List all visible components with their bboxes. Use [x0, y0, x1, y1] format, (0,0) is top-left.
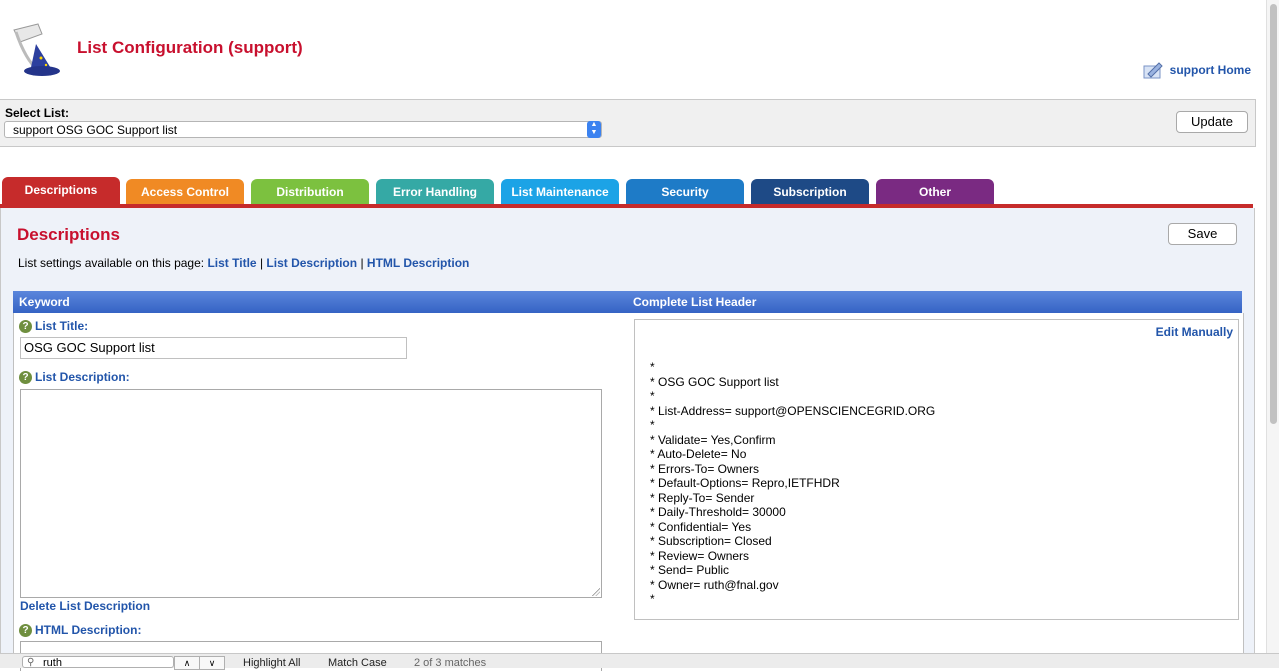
header-line: * Auto-Delete= No	[650, 447, 747, 461]
scrollbar-thumb[interactable]	[1270, 4, 1277, 424]
table-body: ? List Title: OSG GOC Support list ? Lis…	[13, 313, 1244, 671]
header-line: *	[650, 360, 655, 374]
table-header-row: Keyword Complete List Header	[13, 291, 1242, 313]
header-line: *	[650, 389, 655, 403]
header-line: * Validate= Yes,Confirm	[650, 432, 776, 447]
select-list-bar: Select List: support OSG GOC Support lis…	[0, 99, 1256, 147]
header-line: * OSG GOC Support list	[650, 374, 779, 389]
highlight-all-button[interactable]: Highlight All	[243, 657, 300, 669]
search-icon: ⚲	[27, 657, 35, 668]
home-link[interactable]: support Home	[1142, 60, 1251, 80]
help-icon[interactable]: ?	[19, 319, 32, 333]
help-icon[interactable]: ?	[19, 623, 32, 637]
list-title-input[interactable]: OSG GOC Support list	[20, 337, 407, 359]
tab-bar: Descriptions Access Control Distribution…	[0, 177, 1255, 207]
save-button[interactable]: Save	[1168, 223, 1237, 245]
separator: |	[360, 256, 364, 270]
header-line: * List-Address= support@OPENSCIENCEGRID.…	[650, 403, 936, 418]
page-scrollbar[interactable]	[1266, 0, 1279, 653]
tab-security[interactable]: Security	[626, 179, 744, 205]
column-keyword: Keyword	[19, 295, 70, 309]
header-line: * Subscription= Closed	[650, 534, 772, 548]
find-input[interactable]: ⚲ ruth	[22, 656, 174, 669]
tab-access-control[interactable]: Access Control	[126, 179, 244, 205]
help-icon[interactable]: ?	[19, 370, 32, 384]
link-list-title[interactable]: List Title	[207, 256, 256, 270]
header-line: * Review= Owners	[650, 548, 750, 563]
list-select[interactable]: support OSG GOC Support list ▲ ▼	[4, 121, 602, 138]
list-description-label: ? List Description:	[19, 370, 130, 384]
header-line: * Errors-To= Owners	[650, 461, 760, 476]
find-bar: ⚲ ruth ∧ ∨ Highlight All Match Case 2 of…	[0, 653, 1279, 670]
home-pencil-icon	[1143, 62, 1163, 79]
page-header: List Configuration (support) support Hom…	[0, 0, 1279, 98]
settings-prefix: List settings available on this page:	[18, 256, 205, 270]
tab-error-handling[interactable]: Error Handling	[376, 179, 494, 205]
header-line: *	[650, 592, 655, 606]
link-list-description[interactable]: List Description	[266, 256, 357, 270]
header-line: * Default-Options= Repro,IETFHDR	[650, 476, 840, 490]
tab-distribution[interactable]: Distribution	[251, 179, 369, 205]
html-description-label-text: HTML Description:	[35, 623, 142, 637]
header-line: *	[650, 418, 655, 432]
tab-list-maintenance[interactable]: List Maintenance	[501, 179, 619, 205]
tab-descriptions[interactable]: Descriptions	[2, 177, 120, 207]
list-description-label-text: List Description:	[35, 370, 130, 384]
find-match-count: 2 of 3 matches	[414, 657, 487, 669]
list-header-box: Edit Manually * * OSG GOC Support list *…	[634, 319, 1239, 620]
select-list-label: Select List:	[5, 106, 70, 120]
separator: |	[259, 256, 264, 270]
resize-handle-icon[interactable]	[592, 588, 600, 596]
wizard-hat-logo-icon	[13, 23, 60, 76]
header-line: * Send= Public	[650, 563, 730, 577]
tab-other[interactable]: Other	[876, 179, 994, 205]
select-updown-icon: ▲ ▼	[587, 121, 601, 138]
find-next-button[interactable]: ∨	[199, 656, 225, 670]
html-description-label: ? HTML Description:	[19, 623, 141, 637]
tab-subscription[interactable]: Subscription	[751, 179, 869, 205]
header-line: * Owner= ruth@fnal.gov	[650, 577, 779, 592]
descriptions-panel: Descriptions Save List settings availabl…	[0, 208, 1255, 671]
edit-manually-link[interactable]: Edit Manually	[1156, 325, 1233, 339]
settings-links: List settings available on this page: Li…	[18, 256, 469, 270]
delete-list-description-link[interactable]: Delete List Description	[20, 599, 150, 613]
find-query: ruth	[43, 657, 62, 669]
header-line: * Confidential= Yes	[650, 519, 752, 534]
update-button[interactable]: Update	[1176, 111, 1248, 133]
list-header-text: * * OSG GOC Support list * * List-Addres…	[650, 360, 935, 607]
find-previous-button[interactable]: ∧	[174, 656, 200, 670]
column-complete-list-header: Complete List Header	[633, 295, 757, 309]
page-title: List Configuration (support)	[77, 38, 303, 57]
list-title-label: ? List Title:	[19, 319, 88, 333]
list-title-label-text: List Title:	[35, 319, 89, 333]
list-select-value: support OSG GOC Support list	[13, 123, 178, 137]
list-description-textarea[interactable]	[20, 389, 602, 598]
header-line: * Daily-Threshold= 30000	[650, 505, 786, 519]
link-html-description[interactable]: HTML Description	[367, 256, 469, 270]
match-case-checkbox[interactable]: Match Case	[328, 657, 387, 669]
home-link-label: support Home	[1169, 63, 1251, 77]
header-line: * Reply-To= Sender	[650, 490, 755, 505]
panel-title: Descriptions	[17, 225, 120, 244]
